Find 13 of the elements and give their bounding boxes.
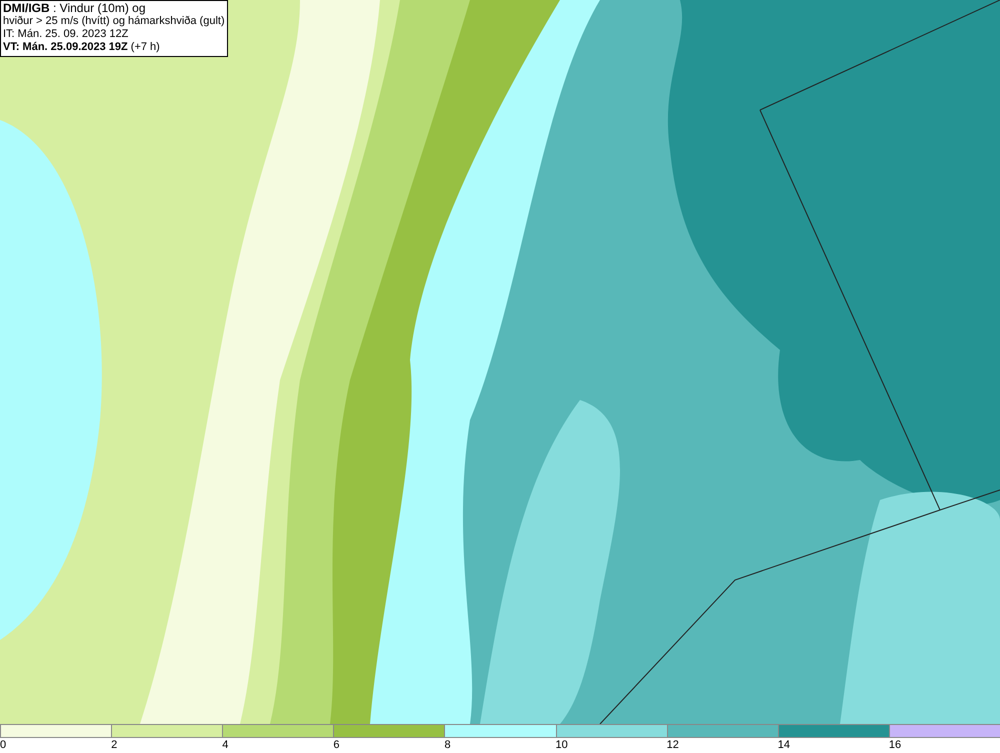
legend-label: 0 <box>0 738 6 753</box>
legend-label: 10 <box>556 738 568 753</box>
legend-label: 4 <box>222 738 228 753</box>
legend-label: 2 <box>111 738 118 753</box>
legend-label: 14 <box>778 738 790 753</box>
info-text: DMI/IGB : Vindur (10m) og <box>3 2 146 15</box>
legend-label: 16 <box>888 738 902 753</box>
info-text: IT: Mán. 25. 09. 2023 12Z <box>3 28 130 41</box>
legend-label: 6 <box>333 738 340 753</box>
legend-label: 12 <box>666 738 679 753</box>
info-text: VT: Mán. 25.09.2023 19Z (+7 h) <box>3 41 161 54</box>
info-text: hviður > 25 m/s (hvítt) og hámarkshviða (gult) <box>3 15 225 28</box>
legend-label: 8 <box>444 738 451 753</box>
